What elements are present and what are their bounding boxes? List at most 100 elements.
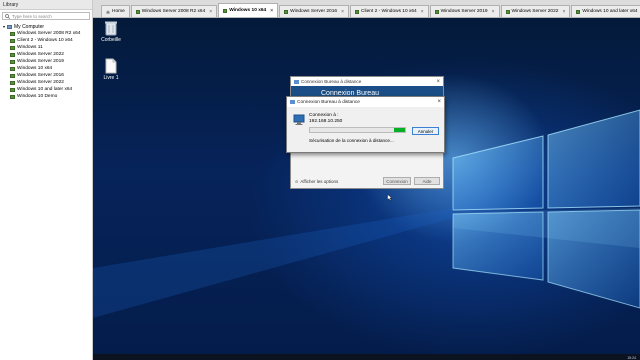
taskbar[interactable]: 15:24 xyxy=(93,354,640,360)
tree-item-label: Client 2 - Windows 10 x64 xyxy=(17,38,73,43)
vm-icon xyxy=(10,52,15,57)
tab-vm[interactable]: Windows Server 2022 × xyxy=(500,5,571,17)
vm-icon xyxy=(10,45,15,50)
cancel-button[interactable]: Annuler xyxy=(412,127,439,135)
tab-label: Home xyxy=(112,9,125,14)
tab-vm[interactable]: Windows 10 and later x64 × xyxy=(571,5,640,17)
mouse-cursor-icon xyxy=(387,194,392,201)
windows-logo-wallpaper xyxy=(93,109,640,318)
tab-label: Client 2 - Windows 10 x64 xyxy=(360,9,417,14)
tree-item-vm[interactable]: Windows Server 2022 xyxy=(3,79,91,86)
rdp-connecting-dialog[interactable]: Connexion Bureau à distance × Connexion … xyxy=(286,96,445,153)
vm-icon xyxy=(10,87,15,92)
vm-icon xyxy=(10,38,15,43)
tree-root-my-computer[interactable]: ▾ My Computer xyxy=(3,23,91,30)
host-address: 192.168.10.250 xyxy=(309,119,343,124)
tree-item-vm[interactable]: Windows Server 2022 xyxy=(3,51,91,58)
rdp-icon xyxy=(290,100,295,104)
connecting-label: Connexion à : xyxy=(309,113,339,118)
tree-item-label: Windows Server 2022 xyxy=(17,80,64,85)
tree-item-vm[interactable]: Windows 11 xyxy=(3,44,91,51)
tree-item-vm[interactable]: Windows Server 2019 xyxy=(3,58,91,65)
tab-vm[interactable]: Windows Server 2008 R2 x64 × xyxy=(130,5,218,17)
tree-item-label: Windows Server 2022 xyxy=(17,52,64,57)
vm-icon xyxy=(10,31,15,36)
vm-icon xyxy=(10,73,15,78)
library-title: Library xyxy=(0,0,92,10)
tree-item-label: Windows 10 x64 xyxy=(17,66,53,71)
vm-icon xyxy=(434,9,439,14)
collapse-icon[interactable]: ▾ xyxy=(3,24,5,29)
rdp-bg-title: Connexion Bureau à distance xyxy=(301,79,362,84)
tray-clock: 15:24 xyxy=(627,356,636,360)
desktop-icon-recycle-bin[interactable]: Corbeille xyxy=(93,18,129,43)
close-icon[interactable]: × xyxy=(562,9,565,15)
tree-item-vm[interactable]: Windows 10 x64 xyxy=(3,65,91,72)
tab-home[interactable]: Home xyxy=(101,5,130,17)
tree-item-vm[interactable]: Windows 10 Demo xyxy=(3,93,91,100)
tab-vm[interactable]: Windows Server 2016 × xyxy=(279,5,349,17)
desktop-icon-label: Livre 1 xyxy=(103,75,119,81)
chevron-down-icon: ⊙ xyxy=(295,179,299,184)
tree-item-label: Windows 10 and later x64 xyxy=(17,87,73,92)
tab-vm[interactable]: Client 2 - Windows 10 x64 × xyxy=(349,5,429,17)
remote-desktop-icon xyxy=(293,114,305,125)
show-options-label: Afficher les options xyxy=(300,179,339,184)
recycle-bin-icon xyxy=(105,21,117,36)
library-search-input[interactable]: Type here to search xyxy=(2,12,90,20)
close-icon[interactable]: × xyxy=(341,9,344,15)
search-placeholder: Type here to search xyxy=(12,13,52,19)
vm-icon xyxy=(10,80,15,85)
desktop-icon-label: Corbeille xyxy=(101,37,121,43)
vm-desktop[interactable]: Corbeille Livre 1 Connexion Bureau à dis… xyxy=(93,18,640,360)
tree-item-vm[interactable]: Windows Server 2016 xyxy=(3,72,91,79)
close-icon[interactable]: × xyxy=(492,9,495,15)
vm-icon xyxy=(10,94,15,99)
search-icon xyxy=(5,13,10,19)
rdp-dialog-title: Connexion Bureau à distance xyxy=(297,99,360,105)
tree-root-label: My Computer xyxy=(14,23,45,30)
tab-bar: Home Windows Server 2008 R2 x64 × Window… xyxy=(93,0,640,18)
rdp-dialog-titlebar[interactable]: Connexion Bureau à distance × xyxy=(287,97,444,107)
tab-label: Windows Server 2016 xyxy=(290,9,338,14)
tree-item-vm[interactable]: Windows Server 2008 R2 x64 xyxy=(3,30,91,37)
close-icon[interactable]: × xyxy=(421,9,424,15)
tab-label: Windows Server 2019 xyxy=(440,9,488,14)
progress-fill xyxy=(393,128,405,132)
tab-label: Windows Server 2008 R2 x64 xyxy=(141,9,206,14)
vm-icon xyxy=(10,59,15,64)
tree-item-label: Windows Server 2019 xyxy=(17,59,64,64)
vm-icon xyxy=(284,9,289,14)
tab-vm[interactable]: Windows Server 2019 × xyxy=(429,5,500,17)
computer-icon xyxy=(7,24,13,29)
tab-label: Windows 10 x64 xyxy=(229,8,267,13)
vm-icon xyxy=(576,9,581,14)
vm-icon xyxy=(354,9,359,14)
rdp-icon xyxy=(294,79,299,84)
desktop-icon-document[interactable]: Livre 1 xyxy=(93,56,129,81)
close-icon[interactable]: × xyxy=(436,79,440,85)
library-panel: Library Type here to search ▾ My Compute… xyxy=(0,0,93,360)
tab-vm-active[interactable]: Windows 10 x64 × xyxy=(218,3,279,17)
tree-item-label: Windows 10 Demo xyxy=(17,94,58,99)
help-button[interactable]: Aide xyxy=(414,177,440,185)
rdp-bg-titlebar[interactable]: Connexion Bureau à distance × xyxy=(291,77,443,86)
tree-item-label: Windows Server 2008 R2 x64 xyxy=(17,31,81,36)
tree-item-label: Windows 11 xyxy=(17,45,43,50)
close-icon[interactable]: × xyxy=(209,9,212,15)
close-icon[interactable]: × xyxy=(437,99,441,105)
connection-progress-bar xyxy=(309,127,406,133)
close-icon[interactable]: × xyxy=(270,8,273,14)
tab-label: Windows 10 and later x64 xyxy=(582,9,638,14)
connect-button[interactable]: Connexion xyxy=(383,177,411,185)
tree-item-vm[interactable]: Client 2 - Windows 10 x64 xyxy=(3,37,91,44)
library-tree: ▾ My Computer Windows Server 2008 R2 x64… xyxy=(3,23,91,100)
connection-status: Sécurisation de la connexion à distance.… xyxy=(309,138,394,143)
vm-icon xyxy=(223,8,228,13)
tab-label: Windows Server 2022 xyxy=(511,9,559,14)
document-icon xyxy=(105,58,117,74)
show-options-toggle[interactable]: ⊙ Afficher les options xyxy=(295,179,338,184)
tree-item-label: Windows Server 2016 xyxy=(17,73,64,78)
tree-item-vm[interactable]: Windows 10 and later x64 xyxy=(3,86,91,93)
vm-icon xyxy=(10,66,15,71)
